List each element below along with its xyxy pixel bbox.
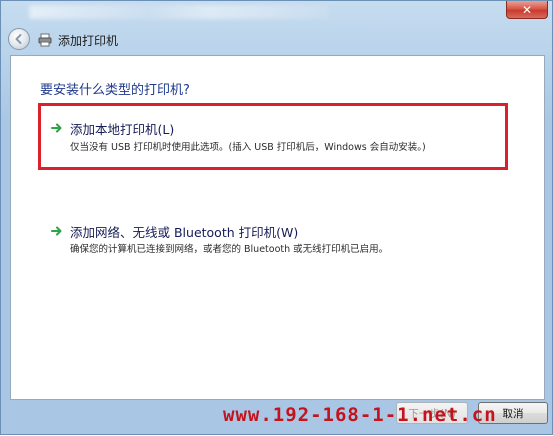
close-icon: ✕	[521, 2, 533, 17]
back-button[interactable]	[8, 28, 30, 50]
blurred-title-area	[29, 5, 329, 19]
option-title: 添加网络、无线或 Bluetooth 打印机(W)	[70, 225, 299, 240]
option-title: 添加本地打印机(L)	[70, 122, 175, 137]
navigation-bar: 添加打印机	[1, 25, 553, 55]
back-arrow-icon	[15, 34, 22, 44]
option-description: 确保您的计算机已连接到网络，或者您的 Bluetooth 或无线打印机已启用。	[70, 244, 389, 255]
wizard-content: 要安装什么类型的打印机? 添加本地打印机(L) 仅当没有 USB 打印机时使用此…	[10, 55, 545, 400]
title-bar: ✕	[1, 1, 553, 25]
footer: 下一步(N) 取消 www.192-168-1-1.net.cn	[1, 400, 553, 436]
add-printer-window: ✕ 添加打印机 要安装什么类型的打印机? 添加本地打印机(L) 仅当没有 USB…	[0, 0, 553, 435]
close-button[interactable]: ✕	[506, 1, 548, 19]
green-arrow-icon	[51, 123, 62, 133]
watermark-text: www.192-168-1-1.net.cn	[223, 404, 497, 426]
printer-icon	[38, 33, 52, 47]
option-description: 仅当没有 USB 打印机时使用此选项。(插入 USB 打印机后，Windows …	[70, 142, 426, 153]
green-arrow-icon	[51, 226, 62, 236]
add-local-printer-option[interactable]: 添加本地打印机(L) 仅当没有 USB 打印机时使用此选项。(插入 USB 打印…	[38, 103, 508, 170]
add-network-printer-option[interactable]: 添加网络、无线或 Bluetooth 打印机(W) 确保您的计算机已连接到网络，…	[38, 218, 508, 258]
page-heading: 要安装什么类型的打印机?	[40, 83, 190, 98]
nav-title: 添加打印机	[58, 34, 119, 48]
